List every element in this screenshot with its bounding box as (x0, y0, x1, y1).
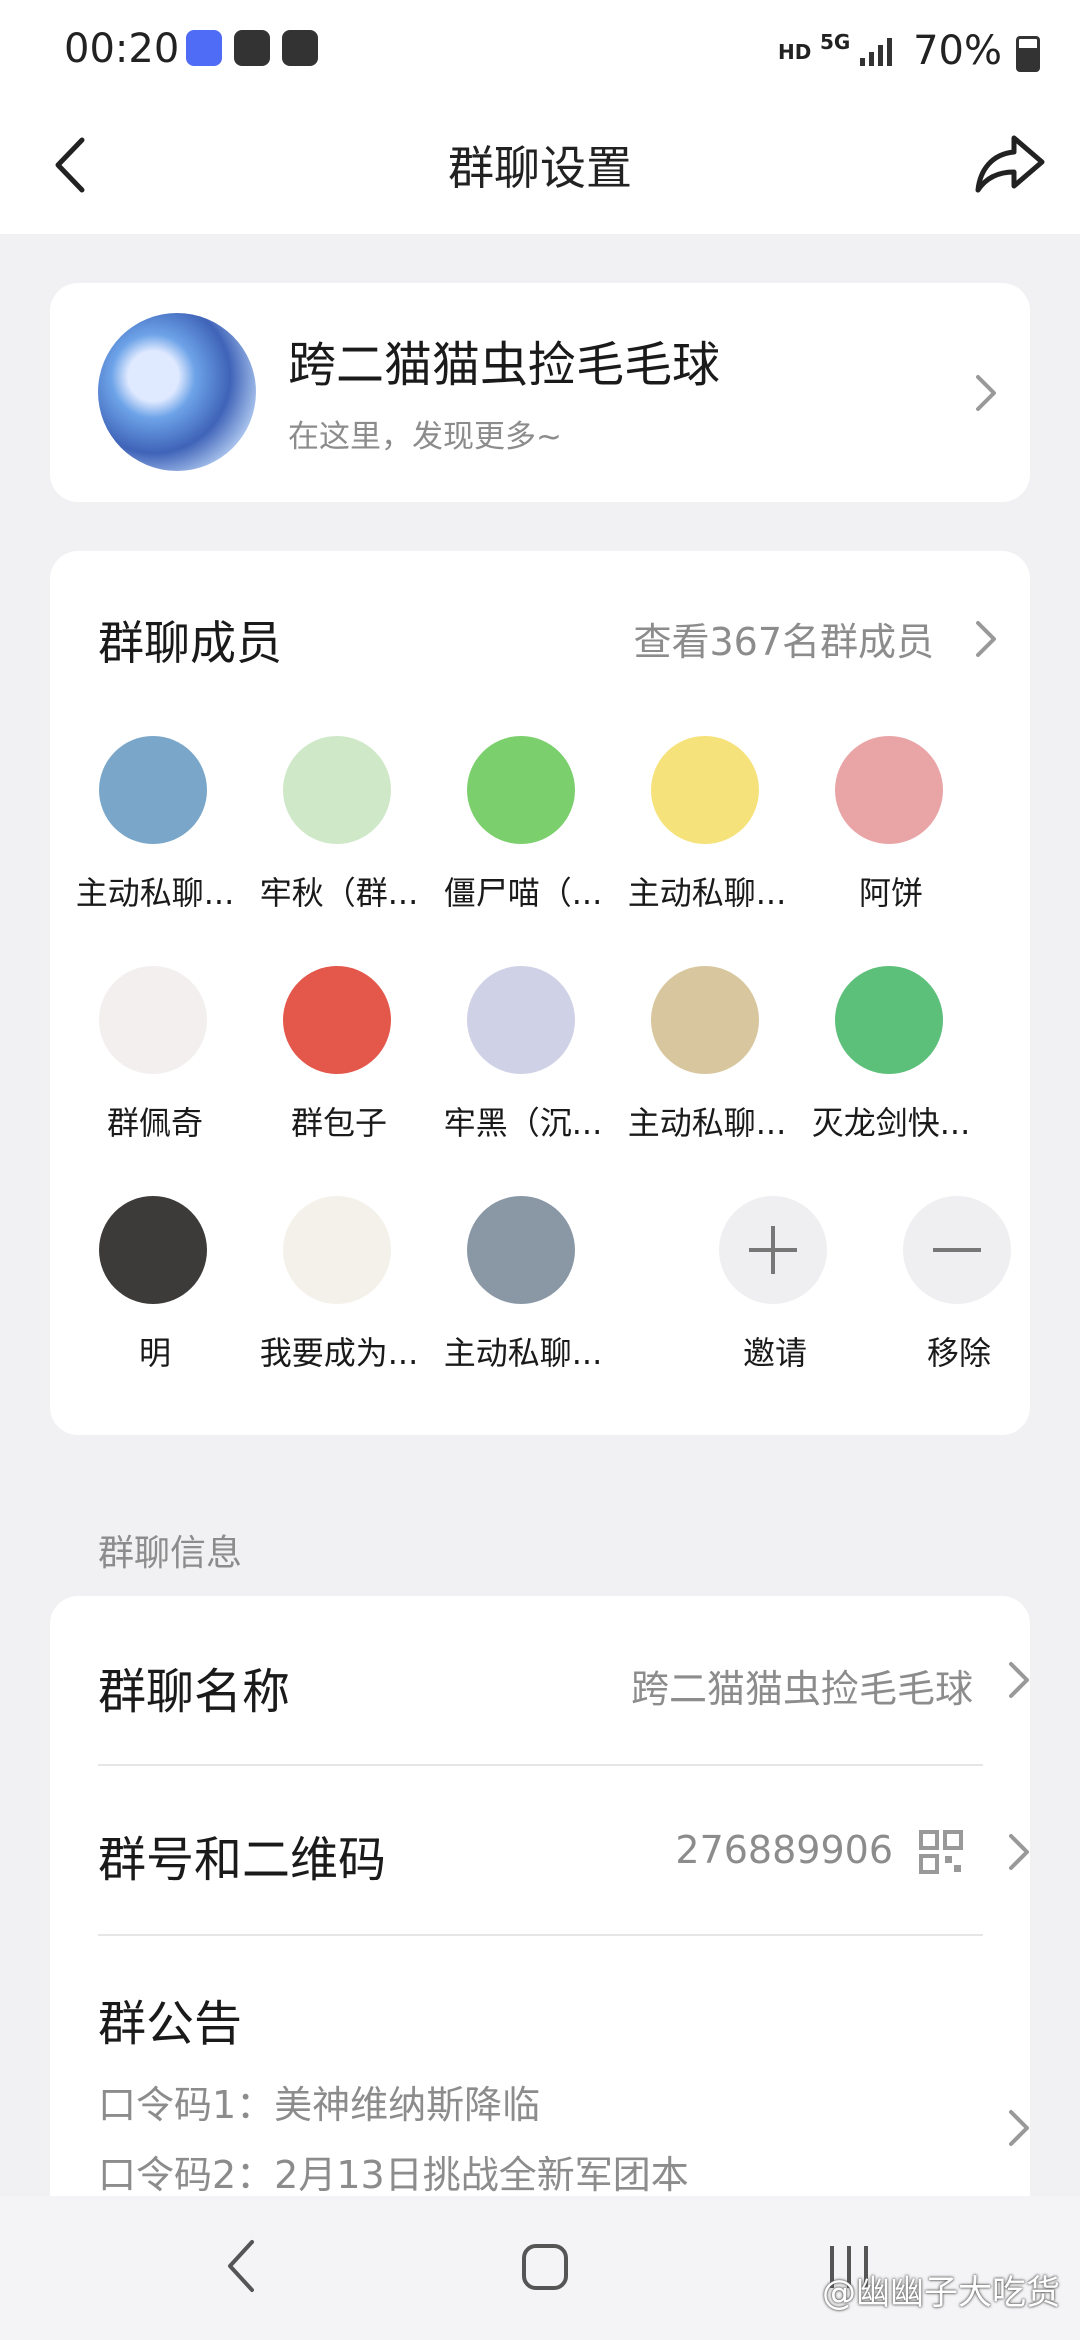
member-item[interactable]: 主动私聊... (430, 1196, 616, 1396)
member-avatar[interactable] (99, 966, 207, 1074)
member-item[interactable]: 主动私聊... (614, 966, 800, 1166)
group-subtitle: 在这里，发现更多~ (288, 419, 562, 455)
battery-icon (1016, 36, 1040, 72)
battery-percent: 70% (913, 28, 1002, 74)
members-card: 群聊成员 查看367名群成员 主动私聊... 牢秋（群... 僵尸喵（... 主动私聊… (50, 551, 1030, 1435)
hd-label: HD (778, 40, 812, 64)
network-label: 5G (820, 30, 851, 54)
member-avatar[interactable] (467, 966, 575, 1074)
minus-icon[interactable] (903, 1196, 1011, 1304)
member-item[interactable]: 灭龙剑快... (798, 966, 984, 1166)
member-avatar[interactable] (651, 736, 759, 844)
system-back-icon[interactable] (222, 2236, 262, 2296)
member-name: 牢秋（群... (259, 874, 419, 912)
remove-member-button[interactable]: 移除 (866, 1196, 1052, 1396)
qr-code-icon[interactable] (919, 1830, 963, 1874)
member-name: 主动私聊... (443, 1334, 603, 1372)
member-name: 群包子 (290, 1104, 387, 1142)
member-avatar[interactable] (467, 736, 575, 844)
group-number-row[interactable]: 群号和二维码 276889906 (98, 1766, 1033, 1934)
member-item[interactable]: 群佩奇 (62, 966, 248, 1166)
group-number-label: 群号和二维码 (98, 1832, 387, 1888)
member-item[interactable]: 群包子 (246, 966, 432, 1166)
watermark: @幽幽子大吃货 (822, 2273, 1060, 2313)
member-avatar[interactable] (99, 1196, 207, 1304)
chevron-right-icon (976, 375, 996, 411)
member-avatar[interactable] (835, 736, 943, 844)
member-name: 主动私聊... (627, 1104, 787, 1142)
section-label-group-info: 群聊信息 (98, 1533, 243, 1574)
member-name: 明 (138, 1334, 171, 1372)
member-name: 灭龙剑快... (811, 1104, 971, 1142)
member-item[interactable]: 牢黑（沉... (430, 966, 616, 1166)
member-name: 我要成为... (259, 1334, 419, 1372)
plus-icon[interactable] (719, 1196, 827, 1304)
member-avatar[interactable] (283, 966, 391, 1074)
notice-line-2: 口令码2：2月13日挑战全新军团本 (98, 2153, 689, 2197)
member-avatar[interactable] (99, 736, 207, 844)
member-item[interactable]: 明 (62, 1196, 248, 1396)
group-name: 跨二猫猫虫捡毛毛球 (288, 337, 721, 393)
app-notification-icon (186, 30, 222, 66)
member-name: 僵尸喵（... (443, 874, 603, 912)
group-name-label: 群聊名称 (98, 1664, 291, 1720)
image-notification-icon (282, 30, 318, 66)
member-name: 群佩奇 (106, 1104, 203, 1142)
member-avatar[interactable] (283, 736, 391, 844)
group-profile-card[interactable]: 跨二猫猫虫捡毛毛球 在这里，发现更多~ (50, 283, 1030, 502)
invite-member-button[interactable]: 邀请 (682, 1196, 868, 1396)
invite-label: 邀请 (742, 1334, 807, 1372)
member-avatar[interactable] (283, 1196, 391, 1304)
group-avatar (98, 313, 256, 471)
group-notice-label: 群公告 (98, 1996, 243, 2052)
system-home-icon[interactable] (520, 2242, 570, 2292)
page-title: 群聊设置 (448, 141, 632, 195)
view-all-members-link[interactable]: 查看367名群成员 (633, 611, 934, 666)
title-bar: 群聊设置 (0, 104, 1080, 234)
member-item[interactable]: 主动私聊... (614, 736, 800, 936)
members-title: 群聊成员 (98, 616, 282, 670)
member-item[interactable]: 阿饼 (798, 736, 984, 936)
chevron-right-icon (1009, 2110, 1029, 2146)
status-bar: 00:20 HD 5G 70% (0, 0, 1080, 104)
member-name: 主动私聊... (75, 874, 235, 912)
status-time: 00:20 (64, 26, 180, 72)
member-name: 牢黑（沉... (443, 1104, 603, 1142)
checkbox-notification-icon (234, 30, 270, 66)
member-item[interactable]: 我要成为... (246, 1196, 432, 1396)
group-name-value: 跨二猫猫虫捡毛毛球 (630, 1667, 973, 1711)
member-name: 主动私聊... (627, 874, 787, 912)
member-item[interactable]: 僵尸喵（... (430, 736, 616, 936)
member-item[interactable]: 主动私聊... (62, 736, 248, 936)
remove-label: 移除 (926, 1334, 991, 1372)
system-nav-bar: @幽幽子大吃货 (0, 2196, 1080, 2340)
member-avatar[interactable] (835, 966, 943, 1074)
member-avatar[interactable] (467, 1196, 575, 1304)
member-name: 阿饼 (858, 874, 923, 912)
notice-line-1: 口令码1：美神维纳斯降临 (98, 2083, 541, 2127)
member-item[interactable]: 牢秋（群... (246, 736, 432, 936)
group-name-row[interactable]: 群聊名称 跨二猫猫虫捡毛毛球 (98, 1596, 1033, 1764)
group-number-value: 276889906 (675, 1828, 893, 1872)
signal-icon (860, 38, 892, 66)
share-arrow-icon[interactable] (970, 124, 1050, 204)
chevron-right-icon (1009, 1662, 1029, 1698)
chevron-right-icon (1009, 1834, 1029, 1870)
member-avatar[interactable] (651, 966, 759, 1074)
chevron-right-icon[interactable] (970, 615, 1000, 663)
